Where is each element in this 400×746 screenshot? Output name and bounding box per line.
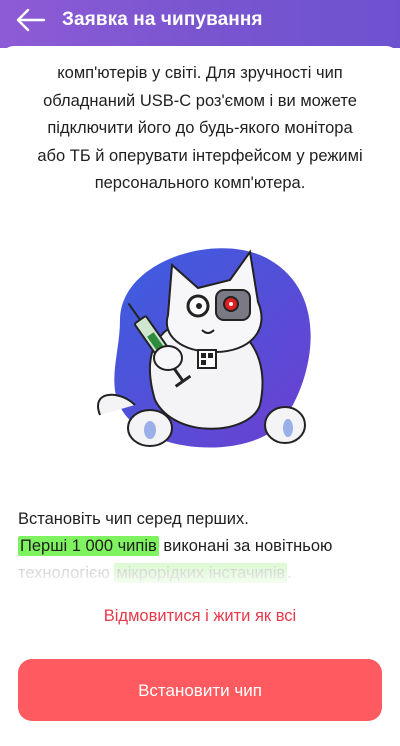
cyborg-cat-illustration (97, 248, 311, 448)
arrow-left-icon (16, 8, 46, 32)
offer-line: Встановіть чип серед перших. (18, 510, 249, 528)
intro-line: персонального комп'ютера. (94, 174, 306, 192)
back-button[interactable] (14, 6, 48, 34)
highlight-instachips: мікрорідких інстачипів (114, 563, 288, 583)
top-app-bar: Заявка на чипування (0, 0, 400, 48)
intro-paragraph: комп'ютерів у світі. Для зручності чип о… (20, 60, 380, 198)
offer-line-2: Перші 1 000 чипів виконані за новітньою (18, 533, 388, 560)
highlight-first-chips: Перші 1 000 чипів (18, 536, 159, 556)
offer-line3-start: технологією (18, 564, 115, 582)
offer-line3-end: . (287, 564, 292, 582)
offer-line-3: технологією мікрорідких інстачипів. (18, 560, 388, 587)
intro-line: підключити його до будь-якого монітора (47, 119, 353, 137)
intro-line: комп'ютерів у світі. Для зручності чип (57, 64, 343, 82)
page-title: Заявка на чипування (62, 9, 263, 30)
offer-line-rest: виконані за новітньою (158, 537, 333, 555)
decline-link[interactable]: Відмовитися і жити як всі (0, 607, 400, 626)
intro-line: обладнаний USB-C роз'ємом і ви можете (43, 91, 357, 110)
qr-pendant (197, 349, 217, 369)
install-chip-button[interactable]: Встановити чип (18, 659, 382, 721)
intro-line: або ТБ й оперувати інтерфейсом у режимі (37, 146, 363, 165)
offer-paragraph: Встановіть чип серед перших. Перші 1 000… (18, 506, 388, 587)
